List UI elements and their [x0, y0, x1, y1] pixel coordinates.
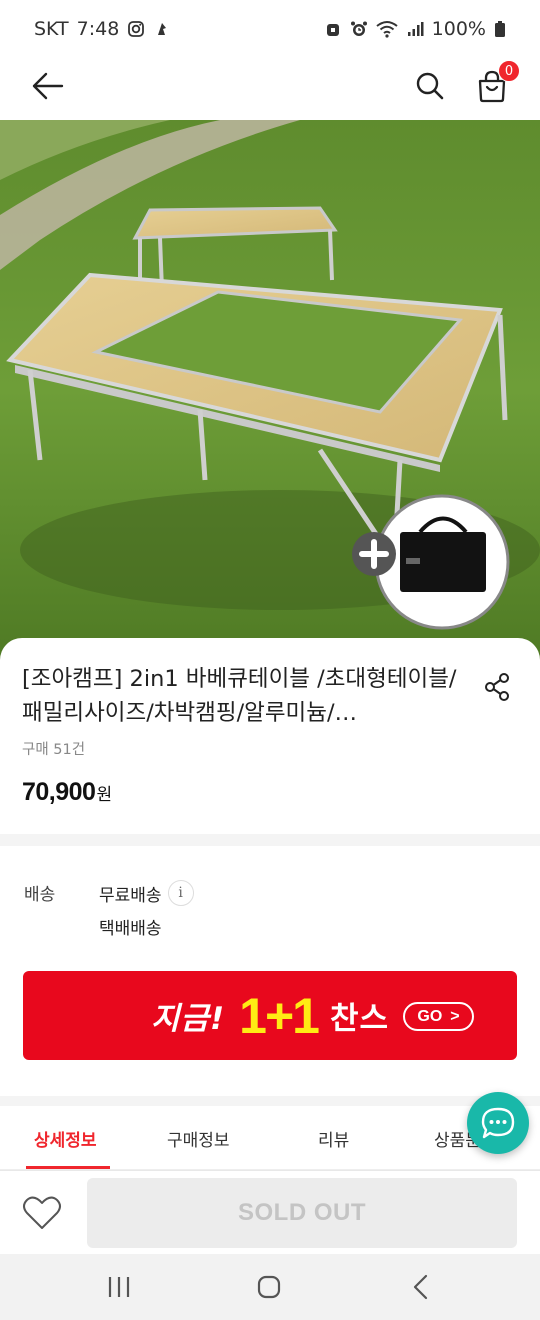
- home-icon: [257, 1275, 281, 1299]
- share-button[interactable]: [478, 668, 516, 706]
- share-icon: [485, 673, 509, 701]
- delivery-method: 택배배송: [99, 919, 162, 939]
- home-button[interactable]: [246, 1264, 292, 1310]
- signal-icon: [407, 22, 424, 36]
- delivery-section: 배송 무료배송 i 택배배송 지금! 1+1 찬스 GO >: [0, 846, 540, 1096]
- instagram-icon: [128, 21, 145, 37]
- detail-tabs: 상세정보 구매정보 리뷰 상품문의: [0, 1106, 540, 1170]
- back-arrow-icon: [32, 72, 64, 100]
- buy-bar: SOLD OUT: [0, 1170, 540, 1254]
- promo-now-text: 지금!: [150, 1001, 226, 1037]
- section-divider: [0, 834, 540, 846]
- search-button[interactable]: [408, 64, 452, 108]
- wifi-icon: [376, 21, 398, 38]
- promo-go-button[interactable]: GO >: [403, 1002, 474, 1031]
- carrier-label: SKT: [34, 18, 69, 40]
- battery-icon: [495, 21, 505, 37]
- app-bar: 0: [0, 58, 540, 120]
- price-value: 70,900: [22, 778, 96, 806]
- price-unit: 원: [96, 785, 113, 805]
- product-info-card: [조아캠프] 2in1 바베큐테이블 /초대형테이블/패밀리사이즈/차박캠핑/알…: [0, 638, 540, 834]
- tab-purchase-info[interactable]: 구매정보: [167, 1126, 230, 1151]
- delivery-label: 배송: [24, 885, 56, 905]
- active-tab-indicator: [26, 1166, 110, 1169]
- search-icon: [416, 72, 444, 100]
- back-button[interactable]: [26, 64, 70, 108]
- cart-button[interactable]: 0: [470, 60, 520, 108]
- clock: 7:48: [76, 18, 120, 40]
- system-nav-bar: [0, 1254, 540, 1320]
- recent-apps-button[interactable]: [96, 1264, 142, 1310]
- product-photo: [0, 120, 540, 660]
- status-left: SKT 7:48: [34, 18, 171, 40]
- section-divider: [0, 1096, 540, 1106]
- promo-banner[interactable]: 지금! 1+1 찬스 GO >: [23, 971, 517, 1060]
- chat-button[interactable]: [467, 1092, 529, 1154]
- cart-count-badge: 0: [498, 60, 520, 82]
- delivery-free: 무료배송 i: [99, 880, 194, 906]
- system-back-button[interactable]: [398, 1264, 444, 1310]
- purchase-count: 구매 51건: [22, 742, 86, 758]
- free-shipping-text: 무료배송: [99, 885, 162, 906]
- alarm-lock-icon: [326, 24, 339, 36]
- battery-percent: 100%: [431, 18, 486, 40]
- product-title: [조아캠프] 2in1 바베큐테이블 /초대형테이블/패밀리사이즈/차박캠핑/알…: [22, 666, 457, 726]
- info-icon[interactable]: i: [167, 880, 194, 906]
- tab-detail-info[interactable]: 상세정보: [34, 1126, 97, 1151]
- heart-icon: [23, 1196, 61, 1229]
- chevron-left-icon: [413, 1274, 428, 1300]
- chevron-right-icon: >: [450, 1007, 460, 1025]
- promo-go-label: GO: [417, 1007, 443, 1025]
- sold-out-button[interactable]: SOLD OUT: [87, 1178, 517, 1248]
- notification-icon: [158, 23, 167, 35]
- alarm-icon: [350, 21, 367, 36]
- wishlist-button[interactable]: [20, 1191, 64, 1235]
- chat-bubble-icon: [481, 1107, 515, 1139]
- promo-chance-text: 찬스: [329, 1001, 390, 1037]
- tab-review[interactable]: 리뷰: [318, 1126, 349, 1151]
- status-bar: SKT 7:48 100%: [0, 0, 540, 58]
- product-image[interactable]: [0, 120, 540, 660]
- price: 70,900 원: [22, 778, 112, 807]
- status-right: 100%: [324, 18, 506, 40]
- recent-apps-icon: [108, 1277, 130, 1297]
- promo-offer-text: 1+1: [239, 987, 320, 1044]
